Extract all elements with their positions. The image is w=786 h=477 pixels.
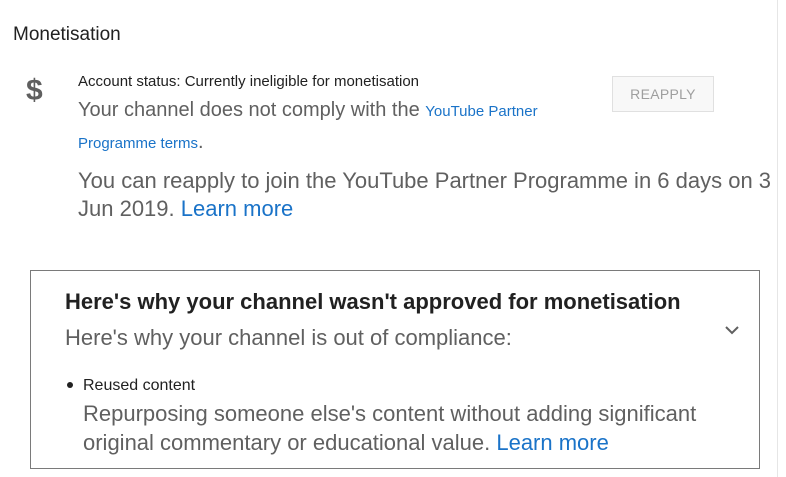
scrollbar-edge bbox=[777, 0, 778, 477]
compliance-message: Your channel does not comply with the bbox=[78, 99, 420, 121]
reason-learn-more-link[interactable]: Learn more bbox=[496, 430, 609, 455]
reason-title: Reused content bbox=[83, 377, 196, 394]
account-status: Account status: Currently ineligible for… bbox=[78, 73, 420, 90]
section-title: Monetisation bbox=[13, 24, 121, 45]
compliance-text: Your channel does not comply with the Yo… bbox=[78, 95, 598, 159]
learn-more-link[interactable]: Learn more bbox=[181, 196, 294, 221]
panel-title: Here's why your channel wasn't approved … bbox=[65, 289, 681, 314]
compliance-period: . bbox=[198, 131, 204, 153]
reason-description: Repurposing someone else's content witho… bbox=[83, 399, 758, 457]
bullet-icon bbox=[67, 382, 73, 388]
reapply-button[interactable]: REAPPLY bbox=[612, 76, 714, 112]
chevron-down-icon[interactable] bbox=[723, 324, 741, 336]
panel-subtitle: Here's why your channel is out of compli… bbox=[65, 325, 512, 350]
rejection-reasons-panel: Here's why your channel wasn't approved … bbox=[30, 270, 760, 469]
dollar-icon: $ bbox=[26, 74, 43, 107]
reapply-info: You can reapply to join the YouTube Part… bbox=[78, 167, 783, 223]
